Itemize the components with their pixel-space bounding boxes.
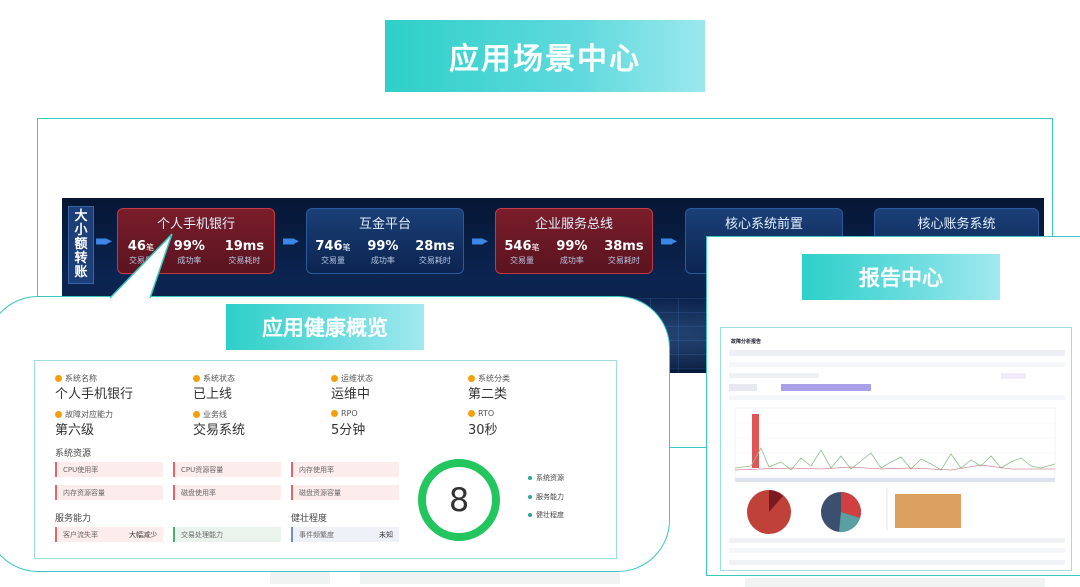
legend-item: 服务能力 <box>528 492 564 502</box>
card-title: 企业服务总线 <box>534 217 613 232</box>
chart-frame <box>734 407 1056 479</box>
field-value-fault-level: 第六级 <box>55 423 95 438</box>
field-icon <box>331 375 338 382</box>
field-icon <box>468 375 475 382</box>
report-row <box>729 548 1065 553</box>
latency-value: 28ms <box>415 239 455 254</box>
legend-dot-icon <box>528 495 532 499</box>
report-line <box>734 447 1056 471</box>
report-thumbnail <box>729 350 1065 565</box>
page-title: 应用场景中心 <box>385 20 705 92</box>
service-chip-churn[interactable]: 客户流失率 大幅减少 <box>55 527 163 542</box>
resource-chip[interactable]: CPU资源容量 <box>173 462 281 477</box>
report-row <box>729 350 1065 356</box>
section-robustness: 健壮程度 <box>291 514 328 524</box>
robust-chip-event-frequency[interactable]: 事件频繁度 未知 <box>291 527 399 542</box>
section-service-capability: 服务能力 <box>55 514 92 524</box>
resource-chip[interactable]: 磁盘资源容量 <box>291 485 399 500</box>
bg-decoration <box>360 570 620 584</box>
resource-chip[interactable]: 内存资源容量 <box>55 485 163 500</box>
bubble-tail <box>109 233 173 299</box>
success-rate-value: 99% <box>556 239 588 254</box>
report-button <box>1001 373 1026 379</box>
report-row <box>729 373 819 378</box>
field-icon <box>468 410 475 417</box>
stage: 应用场景中心 大 小 额 转 账 ■■▶ ■■▶ ■■▶ ■■▶ ■■▶ 个人手… <box>0 0 1080 587</box>
flow-arrow-icon: ■■▶ <box>283 236 299 247</box>
report-bar <box>895 494 961 528</box>
success-rate-value: 99% <box>367 239 399 254</box>
report-row <box>729 560 1065 565</box>
flow-arrow-icon: ■■▶ <box>472 236 488 247</box>
chip-value: 未知 <box>379 530 393 539</box>
field-value-category: 第二类 <box>468 387 508 402</box>
field-label-rto: RTO <box>468 409 494 418</box>
report-scrollbar <box>735 478 1055 482</box>
field-value-system-status: 已上线 <box>193 387 233 402</box>
field-value-business-line: 交易系统 <box>193 423 246 438</box>
bg-decoration <box>270 572 330 584</box>
card-title: 互金平台 <box>358 217 411 232</box>
field-value-system-name: 个人手机银行 <box>55 387 134 402</box>
bg-decoration <box>745 578 1045 587</box>
legend-dot-icon <box>528 476 532 480</box>
legend-item: 健壮程度 <box>528 510 564 520</box>
flow-arrow-icon: ■■▶ <box>661 236 677 247</box>
legend-item: 系统资源 <box>528 473 564 483</box>
field-value-rto: 30秒 <box>468 423 498 438</box>
report-row <box>729 395 1065 400</box>
volume-value: 746 <box>315 239 343 254</box>
report-button <box>729 384 757 391</box>
health-score-ring: 8 <box>418 459 500 541</box>
resource-chip[interactable]: 内存使用率 <box>291 462 399 477</box>
report-document-preview[interactable]: 故障分析报告 <box>720 327 1072 571</box>
chip-value: 大幅减少 <box>129 530 157 539</box>
resource-chip[interactable]: 磁盘使用率 <box>173 485 281 500</box>
volume-label: 交易量 <box>509 256 534 265</box>
field-icon <box>193 411 200 418</box>
service-chip-throughput[interactable]: 交易处理能力 <box>173 527 281 542</box>
volume-label: 交易量 <box>320 256 345 265</box>
report-spike-bar <box>752 414 759 468</box>
latency-value: 38ms <box>604 239 644 254</box>
field-icon <box>55 411 62 418</box>
report-center-title: 报告中心 <box>802 254 1000 300</box>
report-highlight <box>781 384 871 391</box>
system-card-esb[interactable]: 企业服务总线 546笔 交易量 99% 成功率 38ms 交易耗时 <box>495 208 653 274</box>
field-icon <box>55 375 62 382</box>
success-rate-label: 成功率 <box>370 256 395 265</box>
success-rate-label: 成功率 <box>559 256 584 265</box>
section-system-resources: 系统资源 <box>55 449 92 459</box>
report-line <box>734 464 1055 471</box>
latency-label: 交易耗时 <box>607 256 640 265</box>
system-card-fintech[interactable]: 互金平台 746笔 交易量 99% 成功率 28ms 交易耗时 <box>306 208 464 274</box>
field-icon <box>193 375 200 382</box>
health-overview-title: 应用健康概览 <box>226 304 424 350</box>
legend-dot-icon <box>528 513 532 517</box>
card-title: 核心账务系统 <box>917 217 996 232</box>
volume-value: 546 <box>504 239 532 254</box>
card-title: 核心系统前置 <box>724 217 803 232</box>
latency-label: 交易耗时 <box>418 256 451 265</box>
field-value-ops-status: 运维中 <box>331 387 371 402</box>
field-label-rpo: RPO <box>331 409 358 418</box>
field-icon <box>331 410 338 417</box>
report-row <box>729 538 1065 543</box>
field-value-rpo: 5分钟 <box>331 423 366 438</box>
report-row <box>729 362 1065 367</box>
resource-chip[interactable]: CPU使用率 <box>55 462 163 477</box>
